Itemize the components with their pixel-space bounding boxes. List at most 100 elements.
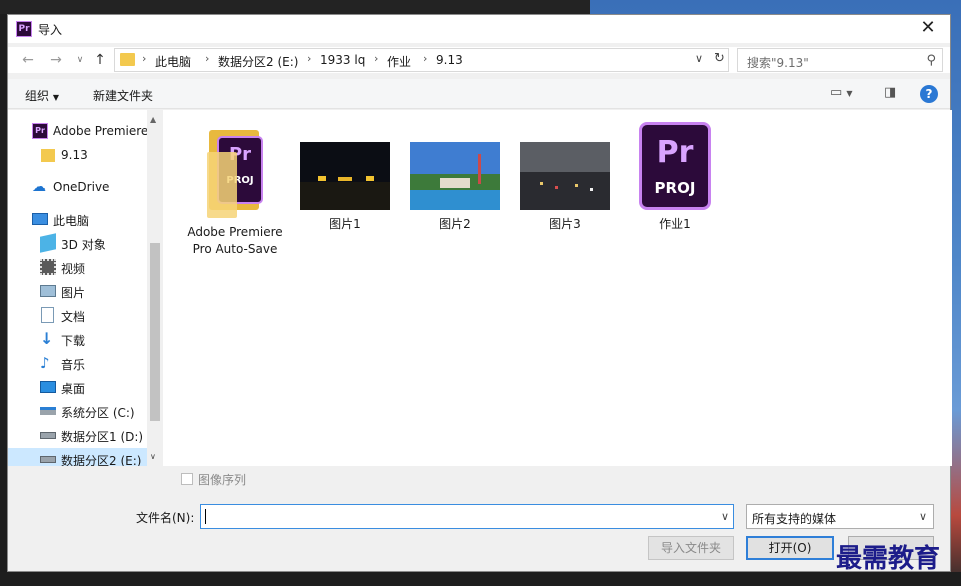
nav-item-drive-e[interactable]: 数据分区2 (E:)	[8, 448, 148, 466]
nav-item-desktop[interactable]: 桌面	[8, 376, 148, 398]
drive-icon	[40, 456, 56, 463]
dialog-title: 导入	[38, 23, 63, 37]
file-item-image2[interactable]: 图片2	[407, 122, 503, 233]
new-folder-button[interactable]: 新建文件夹	[93, 87, 153, 104]
organize-button[interactable]: 组织 ▼	[25, 87, 59, 104]
breadcrumb-drive-e[interactable]: 数据分区2 (E:)	[218, 53, 298, 70]
breadcrumb-homework[interactable]: 作业	[387, 53, 411, 70]
file-label: 图片1	[329, 217, 361, 231]
up-arrow-icon[interactable]: ↑	[90, 51, 110, 69]
search-input[interactable]: 搜索"9.13"	[747, 54, 809, 71]
forward-arrow-icon[interactable]: →	[46, 51, 66, 69]
nav-item-documents[interactable]: 文档	[8, 304, 148, 326]
nav-label: 桌面	[61, 382, 86, 396]
chevron-right-icon: ›	[142, 52, 147, 65]
breadcrumb-this-pc[interactable]: 此电脑	[155, 53, 191, 70]
help-icon[interactable]: ?	[920, 85, 938, 103]
nav-item-pictures[interactable]: 图片	[8, 280, 148, 302]
nav-label: OneDrive	[53, 180, 110, 194]
pc-icon	[32, 213, 48, 225]
file-type-select[interactable]: 所有支持的媒体 ∨	[746, 504, 934, 529]
toolbar: 组织 ▼ 新建文件夹 ▭ ▼ ◨ ?	[8, 79, 950, 109]
file-label: 图片3	[549, 217, 581, 231]
chevron-down-icon[interactable]: ∨	[919, 510, 927, 523]
scroll-up-arrow-icon[interactable]: ▲	[150, 115, 156, 124]
drive-c-icon	[40, 407, 56, 415]
nav-item-913[interactable]: 9.13	[8, 144, 148, 166]
video-icon	[40, 259, 56, 275]
nav-label: 数据分区1 (D:)	[61, 430, 144, 444]
file-item-image3[interactable]: 图片3	[517, 122, 613, 233]
folder-icon: Pr PROJ	[203, 122, 267, 218]
view-options-icon[interactable]: ▭ ▼	[830, 85, 853, 100]
filename-field[interactable]: ∨	[200, 504, 734, 529]
file-label: Adobe Premiere Pro Auto-Save	[187, 225, 283, 256]
breadcrumb-1933lq[interactable]: 1933 lq	[320, 53, 365, 67]
folder-front	[207, 152, 237, 218]
recent-dropdown-icon[interactable]: ∨	[70, 51, 90, 69]
chevron-right-icon: ›	[423, 52, 428, 65]
nav-item-drive-c[interactable]: 系统分区 (C:)	[8, 400, 148, 422]
file-item-project1[interactable]: Pr PROJ 作业1	[627, 122, 723, 233]
nav-label: 视频	[61, 262, 86, 276]
import-dialog: Pr 导入 ✕ ← → ∨ ↑ › 此电脑 › 数据分区2 (E:) › 193…	[7, 14, 952, 572]
search-box[interactable]: 搜索"9.13" ⚲	[737, 48, 943, 72]
nav-item-this-pc[interactable]: 此电脑	[8, 208, 148, 230]
folder-icon	[120, 53, 135, 66]
file-label: 作业1	[659, 217, 691, 231]
nav-item-onedrive[interactable]: ☁ OneDrive	[8, 176, 148, 198]
nav-label: 下载	[61, 334, 86, 348]
organize-label: 组织	[25, 89, 50, 103]
watermark-text: 最需教育	[836, 544, 941, 574]
nav-label: 3D 对象	[61, 238, 106, 252]
image-sequence-checkbox[interactable]	[181, 473, 193, 485]
3d-objects-icon	[40, 233, 56, 253]
search-icon[interactable]: ⚲	[926, 53, 936, 68]
preview-pane-icon[interactable]: ◨	[884, 85, 896, 100]
nav-label: 音乐	[61, 358, 86, 372]
download-icon: ↓	[40, 329, 54, 348]
nav-item-3d-objects[interactable]: 3D 对象	[8, 232, 148, 254]
nav-label: 9.13	[61, 148, 88, 162]
nav-item-drive-d[interactable]: 数据分区1 (D:)	[8, 424, 148, 446]
scroll-down-arrow-icon[interactable]: ∨	[150, 452, 156, 461]
navigation-pane: Pr Adobe Premiere 9.13 ☁ OneDrive 此电脑 3D…	[8, 110, 162, 466]
address-row: ← → ∨ ↑ › 此电脑 › 数据分区2 (E:) › 1933 lq › 作…	[8, 47, 950, 73]
close-button[interactable]: ✕	[906, 15, 950, 43]
project-pr-badge: Pr	[656, 135, 694, 170]
nav-item-adobe-premiere[interactable]: Pr Adobe Premiere	[8, 120, 148, 142]
file-item-image1[interactable]: 图片1	[297, 122, 393, 233]
app-bottom-bar	[0, 572, 961, 586]
chevron-down-icon[interactable]: ∨	[695, 52, 703, 65]
file-item-folder[interactable]: Pr PROJ Adobe Premiere Pro Auto-Save	[187, 122, 283, 258]
nav-label: 此电脑	[53, 214, 90, 228]
refresh-icon[interactable]: ↻	[714, 51, 725, 66]
premiere-project-icon: Pr PROJ	[639, 122, 711, 210]
chevron-down-icon[interactable]: ∨	[721, 510, 729, 523]
image-thumbnail	[520, 142, 610, 210]
file-type-value: 所有支持的媒体	[752, 512, 837, 526]
image-thumbnail	[410, 142, 500, 210]
documents-icon	[41, 307, 54, 323]
onedrive-icon: ☁	[32, 179, 46, 195]
breadcrumb-913[interactable]: 9.13	[436, 53, 463, 67]
address-bar[interactable]: › 此电脑 › 数据分区2 (E:) › 1933 lq › 作业 › 9.13…	[114, 48, 729, 72]
nav-label: Adobe Premiere	[53, 124, 149, 138]
import-folder-button[interactable]: 导入文件夹	[648, 536, 734, 560]
desktop-icon	[40, 381, 56, 393]
nav-label: 文档	[61, 310, 86, 324]
chevron-right-icon: ›	[205, 52, 210, 65]
file-label: 图片2	[439, 217, 471, 231]
back-arrow-icon[interactable]: ←	[18, 51, 38, 69]
chevron-right-icon: ›	[307, 52, 312, 65]
nav-label: 图片	[61, 286, 86, 300]
scroll-thumb[interactable]	[150, 243, 160, 421]
nav-label: 系统分区 (C:)	[61, 406, 135, 420]
drive-icon	[40, 432, 56, 439]
filename-label: 文件名(N):	[136, 511, 195, 525]
open-button[interactable]: 打开(O)	[746, 536, 834, 560]
nav-item-music[interactable]: ♪ 音乐	[8, 352, 148, 374]
nav-item-video[interactable]: 视频	[8, 256, 148, 278]
file-list: Pr PROJ Adobe Premiere Pro Auto-Save 图片1	[163, 110, 952, 466]
nav-item-downloads[interactable]: ↓ 下载	[8, 328, 148, 350]
